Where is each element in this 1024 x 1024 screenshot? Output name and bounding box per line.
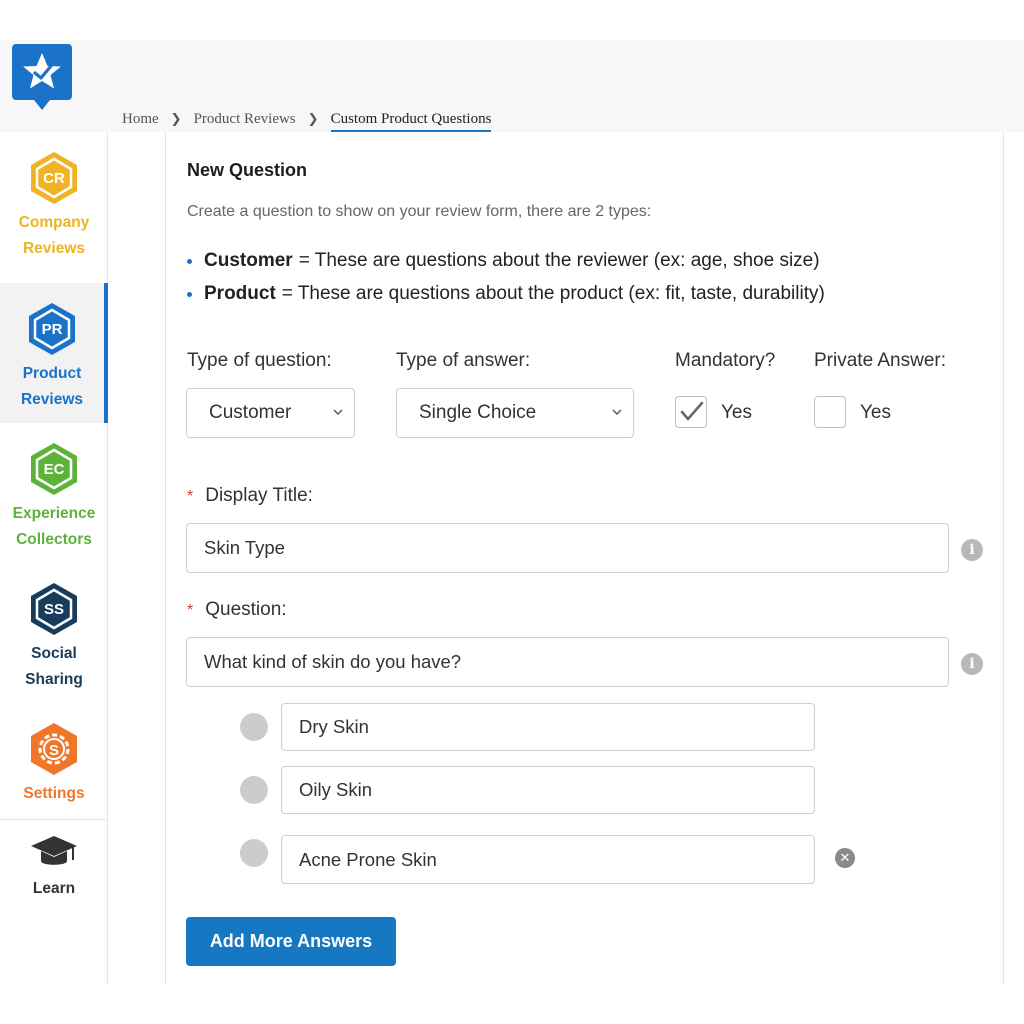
type-of-question-label: Type of question: xyxy=(187,350,332,371)
type-of-answer-select[interactable]: Single Choice xyxy=(396,388,634,438)
info-icon[interactable]: i xyxy=(961,539,983,561)
settings-gear-icon: S xyxy=(31,723,77,775)
bullet-dot-icon xyxy=(187,291,192,297)
sidebar-item-product-reviews[interactable]: PR Product Reviews xyxy=(0,283,108,423)
chevron-right-icon: ❯ xyxy=(170,111,182,127)
sidebar-item-label: Product Reviews xyxy=(20,365,84,408)
bullet-text: = These are questions about the reviewer… xyxy=(298,250,820,271)
breadcrumb-current: Custom Product Questions xyxy=(330,111,491,132)
sidebar-item-label: Company Reviews xyxy=(18,214,90,257)
private-answer-checkbox[interactable] xyxy=(814,396,846,428)
breadcrumb-home[interactable]: Home xyxy=(122,111,159,128)
sidebar-item-label: Settings xyxy=(23,785,85,802)
mandatory-label: Mandatory? xyxy=(675,350,776,371)
answer-radio[interactable] xyxy=(240,776,268,804)
select-value: Customer xyxy=(209,402,292,423)
bullet-product: Product = These are questions about the … xyxy=(187,283,825,305)
sidebar-item-experience-collectors[interactable]: EC Experience Collectors xyxy=(0,423,108,563)
sidebar-item-settings[interactable]: S Settings xyxy=(0,703,108,819)
sidebar: CR Company Reviews PR Product Reviews EC… xyxy=(0,132,108,984)
display-title-input[interactable]: Skin Type xyxy=(186,523,949,573)
sidebar-item-label: Learn xyxy=(32,880,76,897)
info-icon[interactable]: i xyxy=(961,653,983,675)
company-reviews-badge-icon: CR xyxy=(31,152,77,204)
sidebar-item-label: Experience Collectors xyxy=(12,505,96,548)
type-of-answer-label: Type of answer: xyxy=(396,350,531,371)
sidebar-item-company-reviews[interactable]: CR Company Reviews xyxy=(0,132,108,272)
bullet-text: = These are questions about the product … xyxy=(281,283,825,304)
sidebar-item-social-sharing[interactable]: SS Social Sharing xyxy=(0,563,108,703)
answer-input-3[interactable]: Acne Prone Skin xyxy=(281,835,815,884)
answer-radio[interactable] xyxy=(240,713,268,741)
sidebar-divider xyxy=(0,819,108,820)
answer-input-1[interactable]: Dry Skin xyxy=(281,703,815,751)
star-logo-icon[interactable] xyxy=(12,44,72,112)
chevron-down-icon xyxy=(612,409,622,415)
required-asterisk: * xyxy=(187,602,194,619)
breadcrumb-product-reviews[interactable]: Product Reviews xyxy=(194,111,296,128)
bullet-dot-icon xyxy=(187,258,192,264)
input-value: What kind of skin do you have? xyxy=(204,651,462,672)
display-title-label: Display Title: xyxy=(205,485,313,506)
graduation-cap-icon xyxy=(31,836,77,865)
mandatory-option-label: Yes xyxy=(721,402,752,423)
input-value: Oily Skin xyxy=(299,779,372,800)
required-asterisk: * xyxy=(187,488,194,505)
remove-answer-icon[interactable]: ✕ xyxy=(835,848,855,868)
form-subtitle: Create a question to show on your review… xyxy=(187,203,652,220)
bullet-term: Product xyxy=(204,283,276,304)
input-value: Skin Type xyxy=(204,537,285,558)
select-value: Single Choice xyxy=(419,402,537,423)
checkmark-icon xyxy=(680,401,704,421)
breadcrumb: Home ❯ Product Reviews ❯ Custom Product … xyxy=(122,108,491,132)
sidebar-item-label: Social Sharing xyxy=(25,645,83,688)
form-title: New Question xyxy=(187,160,308,180)
question-label: Question: xyxy=(205,599,287,620)
mandatory-checkbox[interactable] xyxy=(675,396,707,428)
svg-text:SS: SS xyxy=(44,601,64,618)
bullet-customer: Customer = These are questions about the… xyxy=(187,250,820,272)
sidebar-item-learn[interactable]: Learn xyxy=(0,822,108,922)
chevron-right-icon: ❯ xyxy=(307,111,319,127)
answer-input-2[interactable]: Oily Skin xyxy=(281,766,815,814)
input-value: Acne Prone Skin xyxy=(299,848,437,870)
private-answer-label: Private Answer: xyxy=(814,350,946,371)
chevron-down-icon xyxy=(333,409,343,415)
bullet-term: Customer xyxy=(204,250,293,271)
svg-text:PR: PR xyxy=(42,321,63,338)
answer-radio[interactable] xyxy=(240,839,268,867)
display-title-label-row: * Display Title: xyxy=(187,485,313,507)
svg-text:CR: CR xyxy=(43,170,65,187)
add-more-answers-button[interactable]: Add More Answers xyxy=(186,917,396,966)
question-input[interactable]: What kind of skin do you have? xyxy=(186,637,949,687)
social-sharing-badge-icon: SS xyxy=(31,583,77,635)
svg-text:EC: EC xyxy=(44,461,65,478)
question-label-row: * Question: xyxy=(187,599,287,621)
input-value: Dry Skin xyxy=(299,716,369,737)
experience-collectors-badge-icon: EC xyxy=(31,443,77,495)
product-reviews-badge-icon: PR xyxy=(29,303,75,355)
type-of-question-select[interactable]: Customer xyxy=(186,388,355,438)
svg-text:S: S xyxy=(49,742,59,759)
private-option-label: Yes xyxy=(860,402,891,423)
